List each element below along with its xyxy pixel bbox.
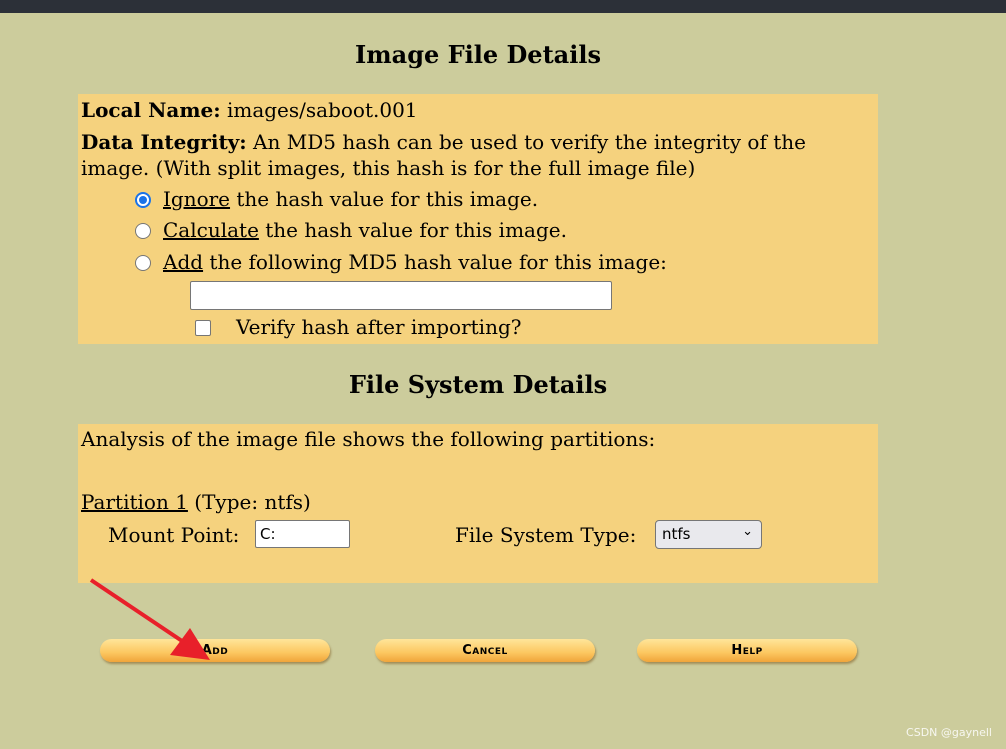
annotation-arrow-icon — [89, 578, 210, 660]
watermark: CSDN @gaynell — [906, 726, 992, 739]
